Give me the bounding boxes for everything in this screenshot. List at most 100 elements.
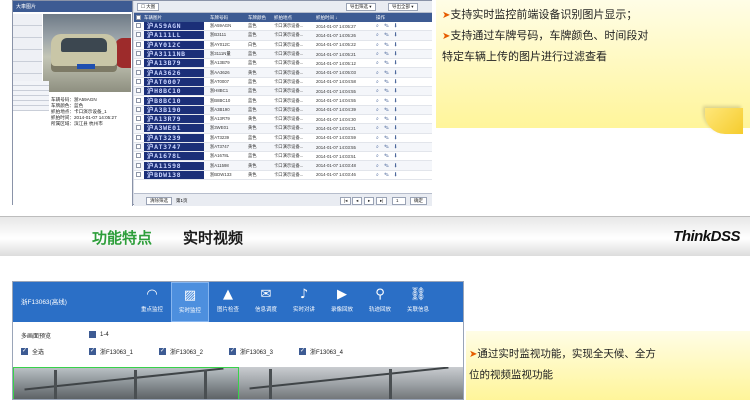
next-page-button[interactable]: ▸ bbox=[364, 197, 375, 205]
column-header[interactable]: 车牌号码 bbox=[210, 15, 248, 21]
row-actions[interactable]: ⌕ ✎ ⬇ bbox=[376, 98, 416, 104]
row-actions[interactable]: ⌕ ✎ ⬇ bbox=[376, 60, 416, 66]
tab-1[interactable]: ◠ 重点监控 bbox=[133, 282, 171, 322]
row-checkbox[interactable] bbox=[134, 78, 144, 85]
table-row[interactable]: 沪B8BC10 浙B8BC10 蓝色 卡口演示设备... 2014-01-07 14:0… bbox=[134, 96, 432, 106]
channel-checkbox-2[interactable]: ✓ 浙F13063_2 bbox=[159, 347, 203, 356]
header-select-all[interactable] bbox=[134, 14, 144, 21]
capture-time: 2014-01-07 14:03:46 bbox=[316, 172, 356, 178]
table-row[interactable]: 沪A3111NB 浙3111N量 蓝色 卡口演示设备... 2014-01-07 14:… bbox=[134, 49, 432, 60]
table-row[interactable]: 沪A1678L 浙A1678L 蓝色 卡口演示设备... 2014-01-07 14:0… bbox=[134, 152, 432, 162]
checked-icon: ✓ bbox=[159, 348, 166, 355]
video-channel-1[interactable] bbox=[13, 367, 239, 399]
channel-checkbox-4[interactable]: ✓ 浙F13063_4 bbox=[299, 347, 343, 356]
row-actions[interactable]: ⌕ ✎ ⬇ bbox=[376, 32, 416, 38]
tab-8[interactable]: ⛓ 关联信息 bbox=[399, 282, 437, 322]
row-actions[interactable]: ⌕ ✎ ⬇ bbox=[376, 125, 416, 131]
row-checkbox[interactable] bbox=[134, 60, 144, 66]
row-actions[interactable]: ⌕ ✎ ⬇ bbox=[376, 144, 416, 150]
vehicle-detail-panel: 大車图片 车辆号码：浙A59AGN 车牌颜色：蓝色 抓拍地点：卡口演示设备_1 … bbox=[13, 1, 133, 206]
row-actions[interactable]: ⌕ ✎ ⬇ bbox=[376, 51, 416, 57]
prev-page-button[interactable]: ◂ bbox=[352, 197, 363, 205]
row-actions[interactable]: ⌕ ✎ ⬇ bbox=[376, 23, 416, 29]
row-checkbox[interactable] bbox=[134, 88, 144, 94]
first-page-button[interactable]: |◂ bbox=[340, 197, 352, 205]
tab-5[interactable]: ♪ 实时对讲 bbox=[285, 282, 323, 322]
row-checkbox[interactable] bbox=[134, 153, 144, 159]
row-checkbox[interactable] bbox=[134, 162, 144, 169]
plate-color: 蓝色 bbox=[248, 153, 257, 159]
column-header[interactable]: 抓拍时间 ↓ bbox=[316, 15, 376, 21]
multi-view-label: 多画面预览 bbox=[21, 334, 52, 340]
select-all-checkbox[interactable]: ✓ 全选 bbox=[21, 347, 44, 356]
capture-time: 2014-01-07 14:04:21 bbox=[316, 125, 356, 131]
row-checkbox[interactable] bbox=[134, 32, 144, 38]
video-channel-2[interactable] bbox=[239, 367, 463, 399]
tab-icon: ▲ bbox=[223, 287, 233, 302]
capture-location: 卡口演示设备... bbox=[274, 162, 304, 168]
table-row[interactable]: 沪A13B79 浙A13B79 蓝色 卡口演示设备... 2014-01-07 14:0… bbox=[134, 59, 432, 69]
row-actions[interactable]: ⌕ ✎ ⬇ bbox=[376, 163, 416, 169]
row-checkbox[interactable] bbox=[134, 116, 144, 122]
go-page-button[interactable]: 确定 bbox=[410, 197, 427, 205]
row-checkbox[interactable] bbox=[134, 134, 144, 141]
row-actions[interactable]: ⌕ ✎ ⬇ bbox=[376, 153, 416, 159]
row-actions[interactable]: ⌕ ✎ ⬇ bbox=[376, 70, 416, 76]
clear-filter-button[interactable]: 清除筛选 bbox=[146, 197, 172, 205]
column-header[interactable]: 车辆图片 bbox=[144, 15, 210, 21]
column-header[interactable]: 车牌颜色 bbox=[248, 15, 274, 21]
plate-color: 蓝色 bbox=[248, 134, 257, 140]
plate-list-panel: ☐ 大图 导出筛选 ▾ 导出全部 ▾ 车辆图片 车牌号码 车牌颜色 抓拍地点 抓… bbox=[134, 1, 432, 206]
last-page-button[interactable]: ▸| bbox=[376, 197, 388, 205]
table-row[interactable]: 沪A111LL 浙B3111 蓝色 卡口演示设备... 2014-01-07 14:05… bbox=[134, 31, 432, 41]
row-checkbox[interactable] bbox=[134, 144, 144, 150]
tab-3[interactable]: ▲ 图片检查 bbox=[209, 282, 247, 322]
table-row[interactable]: 沪AA3626 浙AA3626 黄色 卡口演示设备... 2014-01-07 14:0… bbox=[134, 68, 432, 78]
row-actions[interactable]: ⌕ ✎ ⬇ bbox=[376, 79, 416, 85]
row-checkbox[interactable] bbox=[134, 171, 144, 178]
tab-6[interactable]: ▶ 录像回放 bbox=[323, 282, 361, 322]
table-row[interactable]: 沪AT3239 浙AT3239 蓝色 卡口演示设备... 2014-01-07 14:0… bbox=[134, 133, 432, 143]
export-all-button[interactable]: 导出全部 ▾ bbox=[388, 3, 418, 11]
tab-4[interactable]: ✉ 信息调度 bbox=[247, 282, 285, 322]
capture-location: 卡口演示设备... bbox=[274, 171, 304, 177]
function-tabbar: 浙F13063(高线) ◠ 重点监控 ▨ 实时监控 ▲ 图片检查 ✉ 信息调度 ♪ 实时对讲 ▶ 录像… bbox=[13, 282, 463, 322]
row-actions[interactable]: ⌕ ✎ ⬇ bbox=[376, 135, 416, 141]
row-checkbox[interactable] bbox=[134, 23, 144, 29]
capture-location: 卡口演示设备... bbox=[274, 134, 304, 140]
row-actions[interactable]: ⌕ ✎ ⬇ bbox=[376, 172, 416, 178]
table-row[interactable]: 沪AY012C 浙AY012C 白色 卡口演示设备... 2014-01-07 14:0… bbox=[134, 40, 432, 50]
row-actions[interactable]: ⌕ ✎ ⬇ bbox=[376, 42, 416, 48]
row-checkbox[interactable] bbox=[134, 97, 144, 104]
multi-view-selector[interactable]: 1-4 bbox=[89, 331, 109, 338]
column-header[interactable]: 抓拍地点 bbox=[274, 15, 316, 21]
table-row[interactable]: 沪A3B190 浙A3B190 蓝色 卡口演示设备... 2014-01-07 14:0… bbox=[134, 105, 432, 115]
row-checkbox[interactable] bbox=[134, 125, 144, 131]
row-checkbox[interactable] bbox=[134, 69, 144, 76]
table-row[interactable]: 沪H8BC10 浙H8BC1 蓝色 卡口演示设备... 2014-01-07 14:04… bbox=[134, 87, 432, 97]
channel-checkbox-1[interactable]: ✓ 浙F13063_1 bbox=[89, 347, 133, 356]
tab-2[interactable]: ▨ 实时监控 bbox=[171, 282, 209, 322]
row-checkbox[interactable] bbox=[134, 41, 144, 48]
plate-number: 浙B3111 bbox=[210, 32, 227, 38]
row-actions[interactable]: ⌕ ✎ ⬇ bbox=[376, 107, 416, 113]
table-row[interactable]: 沪A13R79 浙A13R79 黄色 卡口演示设备... 2014-01-07 14:0… bbox=[134, 115, 432, 125]
page-input[interactable]: 1 bbox=[392, 197, 406, 205]
tab-7[interactable]: ⚲ 轨迹回放 bbox=[361, 282, 399, 322]
row-checkbox[interactable] bbox=[134, 106, 144, 113]
row-actions[interactable]: ⌕ ✎ ⬇ bbox=[376, 88, 416, 94]
table-row[interactable]: 沪A59AGN 浙A59AGN 蓝色 卡口演示设备... 2014-01-07 14:0… bbox=[134, 22, 432, 32]
table-row[interactable]: 沪AT3747 浙AT3747 黄色 卡口演示设备... 2014-01-07 14:0… bbox=[134, 142, 432, 153]
capture-time: 2014-01-07 14:03:59 bbox=[316, 135, 356, 141]
export-filtered-button[interactable]: 导出筛选 ▾ bbox=[346, 3, 376, 11]
table-row[interactable]: 沪A3WE01 浙3WE01 黄色 卡口演示设备... 2014-01-07 14:04… bbox=[134, 124, 432, 134]
table-header: 车辆图片 车牌号码 车牌颜色 抓拍地点 抓拍时间 ↓ 操作 bbox=[134, 13, 432, 22]
row-actions[interactable]: ⌕ ✎ ⬇ bbox=[376, 116, 416, 122]
channel-checkbox-3[interactable]: ✓ 浙F13063_3 bbox=[229, 347, 273, 356]
table-row[interactable]: 沪BDW138 浙BDW133 黄色 卡口演示设备... 2014-01-07 14:0… bbox=[134, 170, 432, 181]
large-image-toggle[interactable]: ☐ 大图 bbox=[137, 3, 160, 11]
plate-image: 沪AA3626 bbox=[144, 68, 210, 77]
table-row[interactable]: 沪AT0007 浙AT0007 蓝色 卡口演示设备... 2014-01-07 14:0… bbox=[134, 77, 432, 88]
row-checkbox[interactable] bbox=[134, 51, 144, 57]
table-row[interactable]: 沪A11598 浙A11598 黄色 卡口演示设备... 2014-01-07 14:0… bbox=[134, 161, 432, 171]
